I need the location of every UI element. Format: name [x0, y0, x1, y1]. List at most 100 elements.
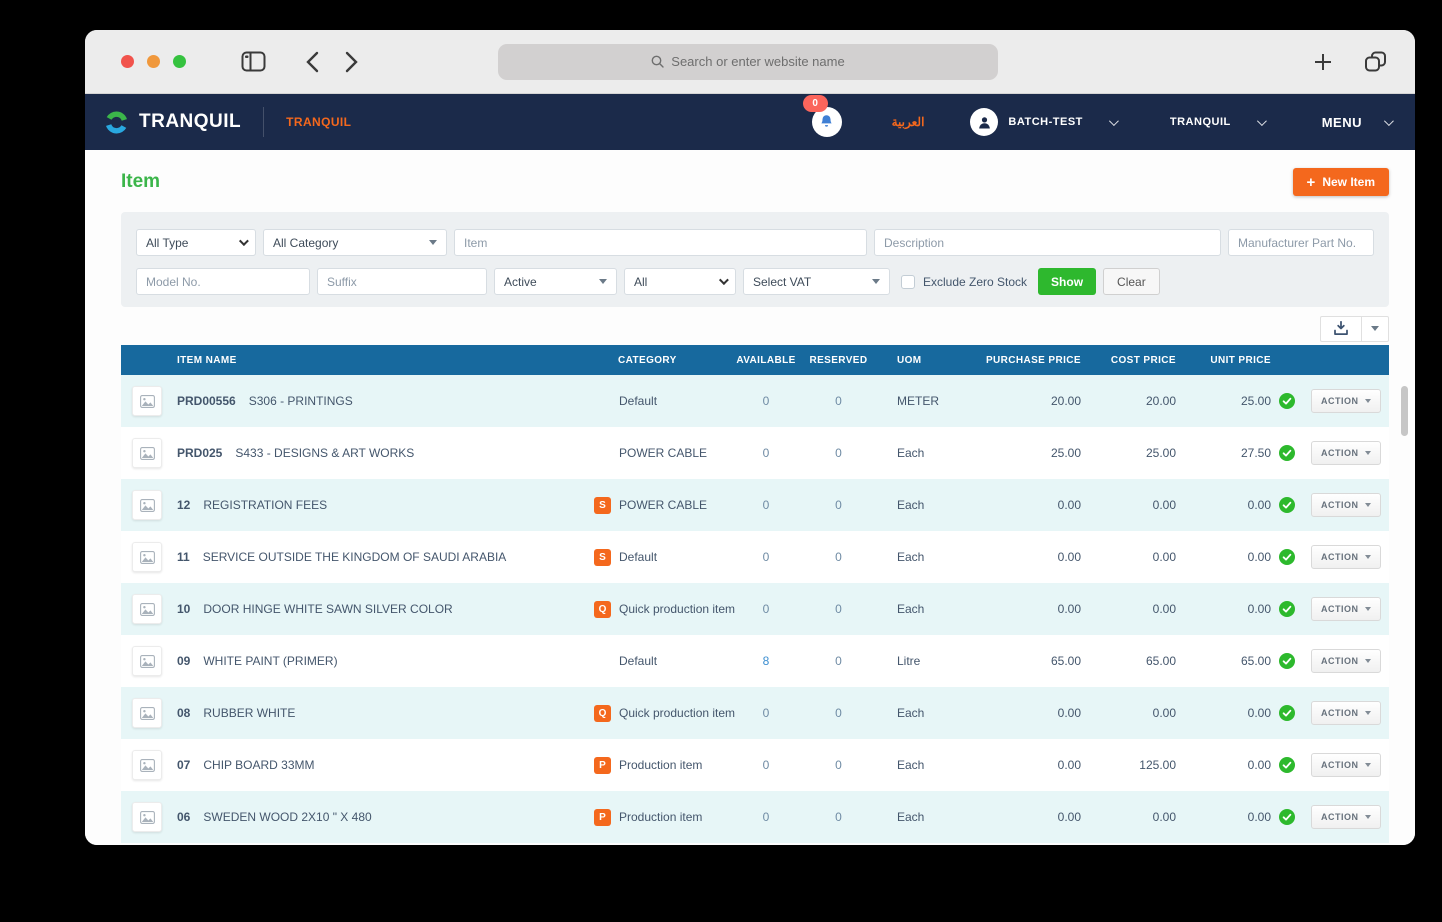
export-toolbar: [121, 312, 1389, 345]
column-header-purchase-price[interactable]: PURCHASE PRICE: [981, 355, 1081, 366]
item-image-thumbnail[interactable]: [132, 386, 162, 416]
action-button[interactable]: ACTION: [1311, 753, 1381, 777]
action-button[interactable]: ACTION: [1311, 441, 1381, 465]
table-row[interactable]: 07 CHIP BOARD 33MM P Production item 0 0 …: [121, 739, 1389, 791]
exclude-zero-stock-label: Exclude Zero Stock: [923, 274, 1028, 289]
table-row[interactable]: 09 WHITE PAINT (PRIMER) Default 8 0 Litre…: [121, 635, 1389, 687]
action-button[interactable]: ACTION: [1311, 805, 1381, 829]
action-button[interactable]: ACTION: [1311, 493, 1381, 517]
table-row[interactable]: 08 RUBBER WHITE Q Quick production item 0…: [121, 687, 1389, 739]
item-category: Default: [619, 394, 658, 408]
new-item-button[interactable]: + New Item: [1292, 168, 1389, 196]
item-category: Production item: [619, 758, 703, 772]
table-row[interactable]: 11 SERVICE OUTSIDE THE KINGDOM OF SAUDI A…: [121, 531, 1389, 583]
column-header-uom[interactable]: UOM: [881, 355, 981, 366]
item-image-thumbnail[interactable]: [132, 698, 162, 728]
action-button[interactable]: ACTION: [1311, 701, 1381, 725]
action-button[interactable]: ACTION: [1311, 597, 1381, 621]
divider: [263, 107, 265, 137]
purchase-price-value: 0.00: [1057, 810, 1081, 824]
action-button[interactable]: ACTION: [1311, 389, 1381, 413]
export-button[interactable]: [1320, 315, 1362, 342]
reserved-value: 0: [835, 758, 842, 772]
back-button[interactable]: [306, 51, 319, 73]
purchase-price-value: 0.00: [1057, 706, 1081, 720]
item-type-badge: P: [594, 808, 611, 826]
item-code: 08: [177, 706, 191, 720]
exclude-zero-stock-checkbox[interactable]: [901, 274, 915, 289]
action-button[interactable]: ACTION: [1311, 545, 1381, 569]
item-code: 06: [177, 810, 191, 824]
item-name: S306 - PRINTINGS: [248, 394, 353, 408]
item-name: RUBBER WHITE: [203, 706, 296, 720]
item-image-thumbnail[interactable]: [132, 802, 162, 832]
scrollbar-thumb[interactable]: [1401, 386, 1408, 436]
zoom-window-button[interactable]: [173, 55, 186, 68]
main-menu[interactable]: MENU: [1322, 115, 1394, 130]
new-tab-button[interactable]: [1314, 53, 1332, 71]
manufacturer-part-no-input[interactable]: [1228, 229, 1374, 256]
stock-select[interactable]: All: [624, 268, 736, 295]
purchase-price-value: 0.00: [1057, 498, 1081, 512]
column-header-item-name[interactable]: ITEM NAME: [169, 355, 584, 366]
reserved-value: 0: [835, 394, 842, 408]
description-input[interactable]: [874, 229, 1221, 256]
table-row[interactable]: 12 REGISTRATION FEES S POWER CABLE 0 0 Ea…: [121, 479, 1389, 531]
item-image-thumbnail[interactable]: [132, 438, 162, 468]
export-options-button[interactable]: [1362, 315, 1389, 342]
reserved-value: 0: [835, 550, 842, 564]
action-button[interactable]: ACTION: [1311, 649, 1381, 673]
company-menu[interactable]: TRANQUIL: [1170, 115, 1267, 128]
brand[interactable]: TRANQUIL: [103, 109, 241, 136]
check-circle-icon: [1279, 809, 1295, 825]
check-circle-icon: [1279, 705, 1295, 721]
table-row[interactable]: PRD025 S433 - DESIGNS & ART WORKS POWER C…: [121, 427, 1389, 479]
table-row[interactable]: 06 SWEDEN WOOD 2X10 " X 480 P Production …: [121, 791, 1389, 843]
category-select[interactable]: All Category: [263, 229, 447, 256]
item-category: Quick production item: [619, 706, 736, 720]
tab-overview-button[interactable]: [1364, 51, 1387, 72]
action-button-label: ACTION: [1321, 500, 1359, 510]
item-image-thumbnail[interactable]: [132, 490, 162, 520]
item-image-thumbnail[interactable]: [132, 542, 162, 572]
model-no-input[interactable]: [136, 268, 310, 295]
column-header-cost-price[interactable]: COST PRICE: [1081, 355, 1176, 366]
reserved-value: 0: [835, 810, 842, 824]
column-header-reserved[interactable]: RESERVED: [796, 355, 881, 366]
exclude-zero-stock-checkbox-group[interactable]: Exclude Zero Stock: [901, 274, 1028, 289]
show-button[interactable]: Show: [1038, 268, 1097, 295]
vat-select[interactable]: Select VAT: [743, 268, 890, 295]
chevron-down-icon: [1364, 815, 1371, 819]
item-type-badge: Q: [594, 704, 611, 722]
language-link[interactable]: العربية: [892, 115, 925, 129]
column-header-category[interactable]: CATEGORY: [584, 355, 736, 366]
status-select[interactable]: Active: [494, 268, 617, 295]
clear-button[interactable]: Clear: [1103, 268, 1160, 295]
chevron-right-icon: [345, 51, 358, 72]
column-header-available[interactable]: AVAILABLE: [736, 355, 796, 366]
suffix-input[interactable]: [317, 268, 487, 295]
download-icon: [1334, 321, 1348, 336]
item-image-thumbnail[interactable]: [132, 646, 162, 676]
forward-button[interactable]: [345, 51, 358, 73]
action-button-label: ACTION: [1321, 812, 1359, 822]
column-header-unit-price[interactable]: UNIT PRICE: [1176, 355, 1271, 366]
item-image-thumbnail[interactable]: [132, 594, 162, 624]
sub-brand-label[interactable]: TRANQUIL: [286, 115, 351, 129]
table-row[interactable]: 10 DOOR HINGE WHITE SAWN SILVER COLOR Q Q…: [121, 583, 1389, 635]
sidebar-toggle-button[interactable]: [241, 51, 266, 72]
address-bar[interactable]: Search or enter website name: [498, 43, 998, 80]
item-search-input[interactable]: [454, 229, 867, 256]
image-placeholder-icon: [139, 602, 155, 616]
minimize-window-button[interactable]: [147, 55, 160, 68]
user-menu[interactable]: BATCH-TEST: [970, 108, 1119, 136]
item-category: Default: [619, 654, 658, 668]
item-code: 07: [177, 758, 191, 772]
close-window-button[interactable]: [121, 55, 134, 68]
item-name: SWEDEN WOOD 2X10 " X 480: [203, 810, 372, 824]
notifications-button[interactable]: 0: [802, 95, 842, 137]
type-select[interactable]: All Type: [136, 229, 256, 256]
table-row[interactable]: PRD00556 S306 - PRINTINGS Default 0 0 MET…: [121, 375, 1389, 427]
cost-price-value: 65.00: [1145, 654, 1176, 668]
item-image-thumbnail[interactable]: [132, 750, 162, 780]
